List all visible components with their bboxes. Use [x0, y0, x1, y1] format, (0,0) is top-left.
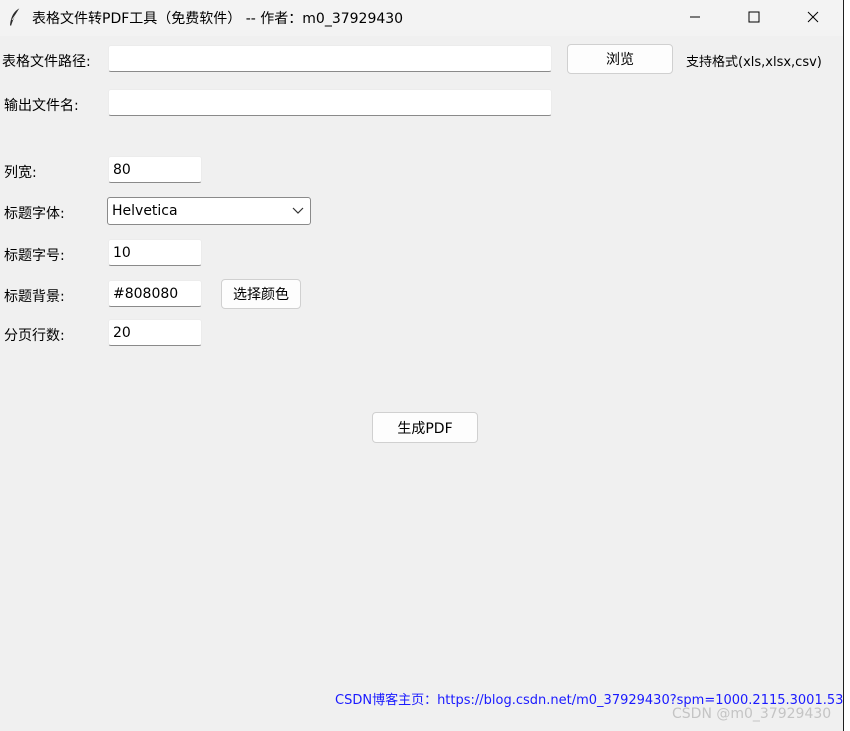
title-font-select[interactable]: Helvetica: [107, 197, 311, 225]
title-font-value: Helvetica: [112, 203, 178, 219]
supported-formats-label: 支持格式(xls,xlsx,csv): [686, 55, 822, 70]
rows-per-page-label: 分页行数:: [4, 328, 65, 344]
minimize-button[interactable]: [668, 0, 722, 34]
file-path-label: 表格文件路径:: [2, 54, 91, 70]
app-window: 表格文件转PDF工具（免费软件） -- 作者：m0_37929430 表格文件路…: [0, 0, 850, 731]
title-background-label: 标题背景:: [4, 289, 65, 305]
maximize-button[interactable]: [727, 0, 781, 34]
browse-button[interactable]: 浏览: [567, 44, 673, 74]
title-font-size-input[interactable]: [108, 239, 202, 266]
title-font-label: 标题字体:: [4, 206, 65, 222]
feather-icon: [8, 7, 22, 27]
close-icon: [807, 11, 819, 23]
title-background-input[interactable]: [108, 280, 202, 307]
output-name-input[interactable]: [108, 89, 552, 116]
close-button[interactable]: [786, 0, 840, 34]
column-width-input[interactable]: [108, 156, 202, 183]
output-name-label: 输出文件名:: [4, 98, 79, 114]
window-edge: [843, 0, 850, 731]
title-font-size-label: 标题字号:: [4, 248, 65, 264]
choose-color-button[interactable]: 选择颜色: [221, 279, 301, 309]
file-path-input[interactable]: [108, 45, 552, 72]
watermark: CSDN @m0_37929430: [672, 706, 832, 722]
title-bar[interactable]: 表格文件转PDF工具（免费软件） -- 作者：m0_37929430: [0, 0, 843, 36]
maximize-icon: [748, 11, 760, 23]
generate-pdf-button[interactable]: 生成PDF: [372, 412, 478, 443]
column-width-label: 列宽:: [4, 165, 37, 181]
window-title: 表格文件转PDF工具（免费软件） -- 作者：m0_37929430: [32, 11, 404, 27]
rows-per-page-input[interactable]: [108, 319, 202, 346]
chevron-down-icon[interactable]: [292, 207, 304, 215]
minimize-icon: [690, 16, 700, 18]
